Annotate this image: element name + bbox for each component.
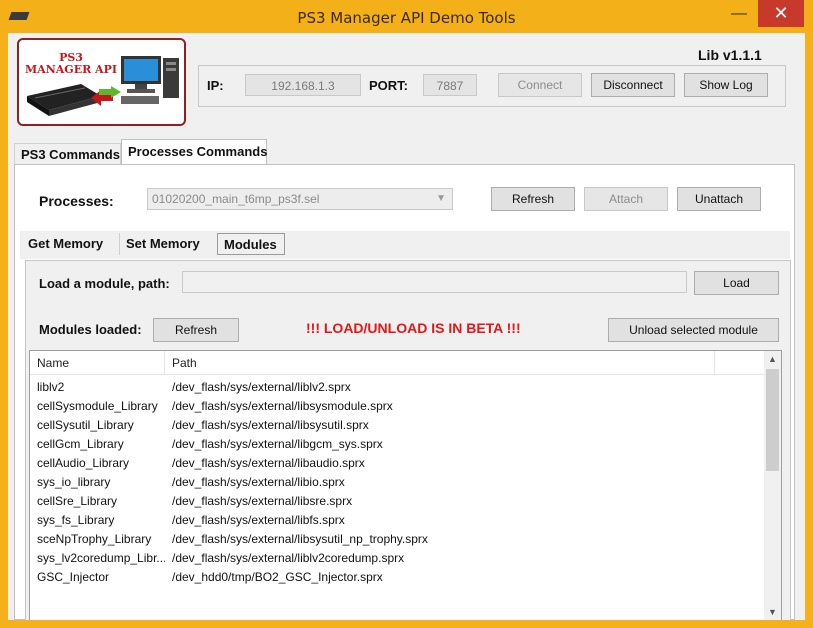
load-module-label: Load a module, path: xyxy=(39,276,170,291)
tab-ps3-commands[interactable]: PS3 Commands xyxy=(14,143,121,165)
port-label: PORT: xyxy=(369,78,408,93)
processes-tab-panel: Processes: 01020200_main_t6mp_ps3f.sel ▼… xyxy=(14,164,795,620)
attach-button[interactable]: Attach xyxy=(584,187,668,211)
title-bar[interactable]: PS3 Manager API Demo Tools — ✕ xyxy=(0,0,813,33)
load-button[interactable]: Load xyxy=(694,271,779,295)
list-item[interactable]: cellAudio_Library/dev_flash/sys/external… xyxy=(30,454,765,473)
tab-processes-commands[interactable]: Processes Commands xyxy=(121,139,267,165)
list-item[interactable]: GSC_Injector/dev_hdd0/tmp/BO2_GSC_Inject… xyxy=(30,568,765,587)
show-log-button[interactable]: Show Log xyxy=(684,73,768,97)
module-name: sys_io_library xyxy=(37,475,111,489)
column-header-name[interactable]: Name xyxy=(30,351,165,375)
module-path: /dev_flash/sys/external/liblv2.sprx xyxy=(172,380,351,394)
module-name: cellSysutil_Library xyxy=(37,418,134,432)
close-button[interactable]: ✕ xyxy=(758,0,804,27)
column-header-path[interactable]: Path xyxy=(165,351,715,375)
unattach-button[interactable]: Unattach xyxy=(677,187,761,211)
modules-loaded-label: Modules loaded: xyxy=(39,322,142,337)
column-header-filler xyxy=(715,351,765,375)
list-item[interactable]: sys_io_library/dev_flash/sys/external/li… xyxy=(30,473,765,492)
module-path: /dev_flash/sys/external/liblv2coredump.s… xyxy=(172,551,405,565)
module-name: cellGcm_Library xyxy=(37,437,124,451)
module-path-input[interactable] xyxy=(182,271,687,293)
ps3-manager-logo: PS3 MANAGER API xyxy=(17,38,186,126)
chevron-down-icon[interactable]: ▼ xyxy=(436,189,446,209)
ip-label: IP: xyxy=(207,78,224,93)
scroll-up-icon[interactable]: ▲ xyxy=(764,351,781,368)
module-name: sys_lv2coredump_Libr... xyxy=(37,551,165,565)
module-name: cellAudio_Library xyxy=(37,456,130,470)
refresh-processes-button[interactable]: Refresh xyxy=(491,187,575,211)
connection-group: IP: 192.168.1.3 PORT: 7887 Connect Disco… xyxy=(198,65,786,107)
processes-selected-value: 01020200_main_t6mp_ps3f.sel xyxy=(152,192,320,206)
module-name: GSC_Injector xyxy=(37,570,110,584)
vertical-scrollbar[interactable]: ▲ ▼ xyxy=(764,351,781,620)
unload-module-button[interactable]: Unload selected module xyxy=(608,318,779,342)
tab-set-memory[interactable]: Set Memory xyxy=(119,233,215,255)
window-title: PS3 Manager API Demo Tools xyxy=(297,9,516,27)
list-item[interactable]: sys_lv2coredump_Libr... /dev_flash/sys/ex… xyxy=(30,549,765,568)
module-path: /dev_flash/sys/external/libgcm_sys.sprx xyxy=(172,437,383,451)
list-item[interactable]: cellSre_Library/dev_flash/sys/external/l… xyxy=(30,492,765,511)
disconnect-button[interactable]: Disconnect xyxy=(591,73,675,97)
module-name: liblv2 xyxy=(37,380,65,394)
beta-warning: !!! LOAD/UNLOAD IS IN BETA !!! xyxy=(306,320,521,336)
module-name: cellSre_Library xyxy=(37,494,118,508)
tab-get-memory[interactable]: Get Memory xyxy=(22,233,116,255)
processes-select[interactable]: 01020200_main_t6mp_ps3f.sel ▼ xyxy=(147,188,453,210)
module-path: /dev_flash/sys/external/libsysmodule.spr… xyxy=(172,399,393,413)
modules-panel: Load a module, path: Load Modules loaded… xyxy=(25,260,791,620)
list-item[interactable]: liblv2/dev_flash/sys/external/liblv2.spr… xyxy=(30,378,765,397)
module-path: /dev_flash/sys/external/libsysutil_np_tr… xyxy=(172,532,428,546)
transfer-arrows-icon xyxy=(91,86,121,106)
list-item[interactable]: cellGcm_Library/dev_flash/sys/external/l… xyxy=(30,435,765,454)
module-path: /dev_flash/sys/external/libsysutil.sprx xyxy=(172,418,369,432)
module-path: /dev_hdd0/tmp/BO2_GSC_Injector.sprx xyxy=(172,570,383,584)
scrollbar-thumb[interactable] xyxy=(766,369,779,471)
list-item[interactable]: sceNpTrophy_Library/dev_flash/sys/extern… xyxy=(30,530,765,549)
processes-label: Processes: xyxy=(39,193,114,209)
module-name: cellSysmodule_Library xyxy=(37,399,158,413)
module-path: /dev_flash/sys/external/libfs.sprx xyxy=(172,513,345,527)
module-path: /dev_flash/sys/external/libaudio.sprx xyxy=(172,456,365,470)
ip-field[interactable]: 192.168.1.3 xyxy=(245,74,361,96)
logo-text: PS3 MANAGER API xyxy=(25,51,118,76)
app-window: PS3 Manager API Demo Tools — ✕ PS3 MANAG… xyxy=(0,0,813,628)
list-item[interactable]: cellSysutil_Library/dev_flash/sys/extern… xyxy=(30,416,765,435)
computer-icon xyxy=(121,56,179,104)
module-name: sceNpTrophy_Library xyxy=(37,532,152,546)
list-item[interactable]: sys_fs_Library/dev_flash/sys/external/li… xyxy=(30,511,765,530)
minimize-button[interactable]: — xyxy=(726,0,752,27)
tab-modules[interactable]: Modules xyxy=(217,233,285,255)
port-field[interactable]: 7887 xyxy=(423,74,477,96)
client-area: PS3 MANAGER API Lib v1.1.1 IP: 192.168.1… xyxy=(8,33,805,620)
refresh-modules-button[interactable]: Refresh xyxy=(153,318,239,342)
scroll-down-icon[interactable]: ▼ xyxy=(764,604,781,620)
list-item[interactable]: cellSysmodule_Library/dev_flash/sys/exte… xyxy=(30,397,765,416)
module-path: /dev_flash/sys/external/libio.sprx xyxy=(172,475,345,489)
modules-list[interactable]: Name Path liblv2/dev_flash/sys/external/… xyxy=(29,350,782,620)
lib-version: Lib v1.1.1 xyxy=(698,47,762,63)
module-path: /dev_flash/sys/external/libsre.sprx xyxy=(172,494,353,508)
connect-button[interactable]: Connect xyxy=(498,73,582,97)
module-name: sys_fs_Library xyxy=(37,513,115,527)
